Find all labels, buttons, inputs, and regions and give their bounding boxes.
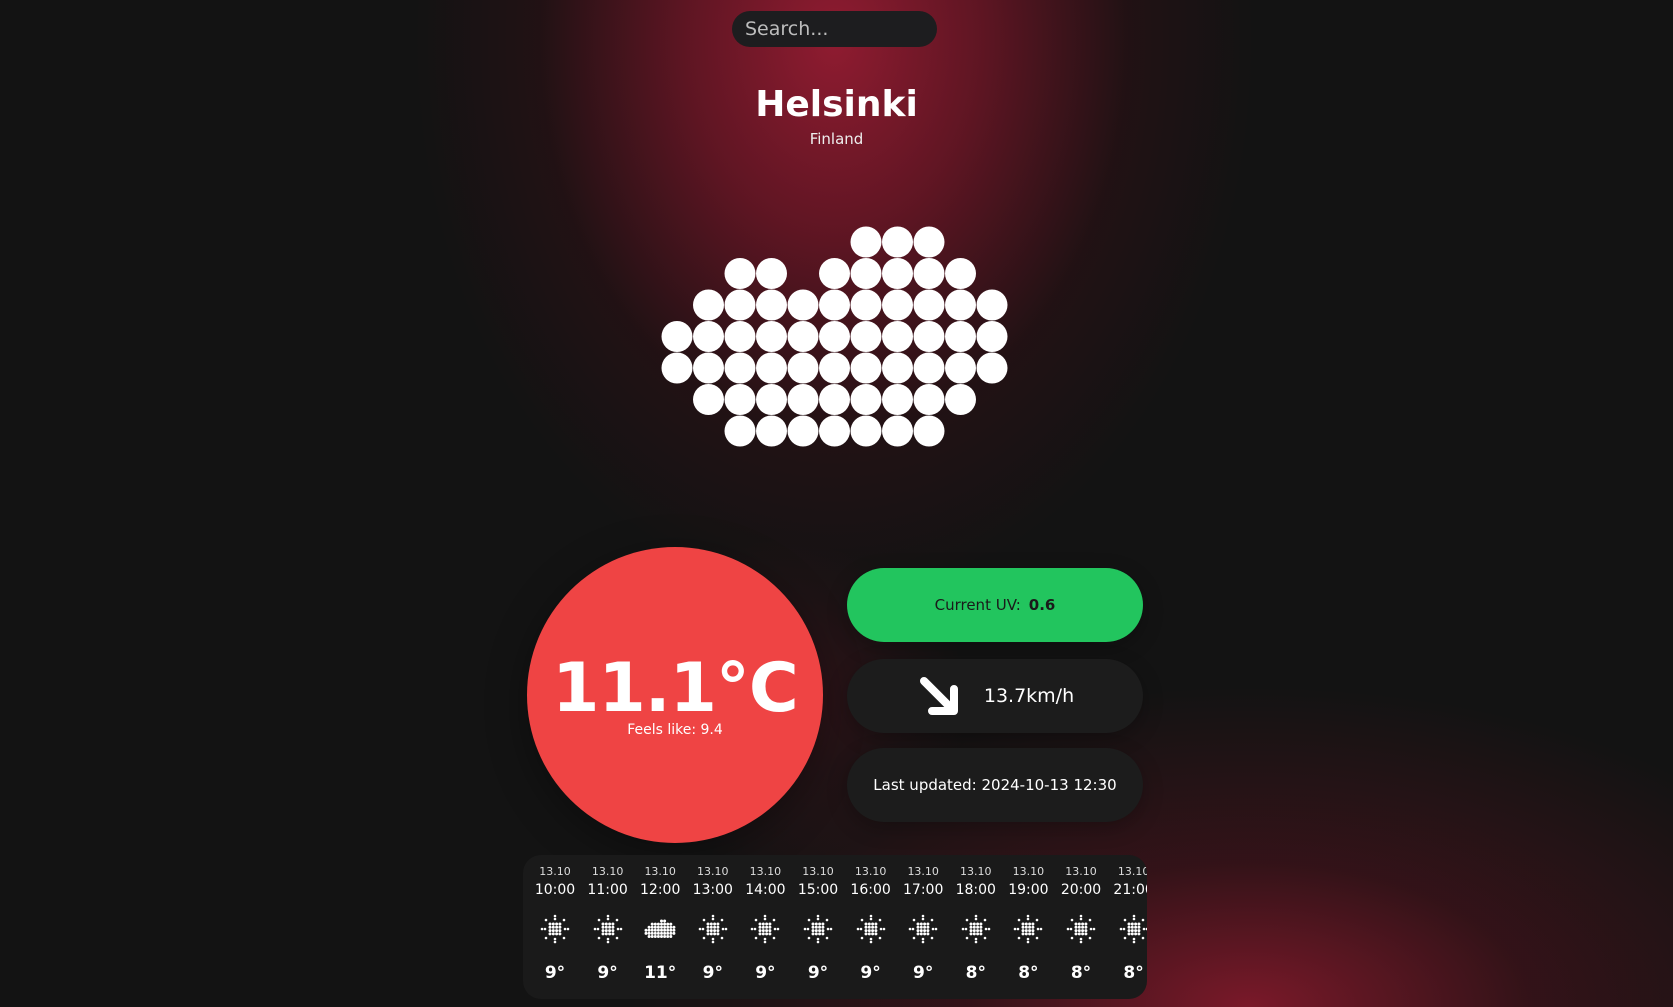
sunny-icon bbox=[961, 914, 991, 944]
forecast-temp: 8° bbox=[1018, 963, 1039, 983]
current-temperature: 11.1°C bbox=[552, 649, 799, 728]
sunny-icon bbox=[908, 914, 938, 944]
forecast-time: 13:00 bbox=[692, 882, 733, 898]
forecast-date: 13.10 bbox=[749, 865, 782, 878]
forecast-temp: 11° bbox=[644, 963, 677, 983]
sunny-icon bbox=[1066, 914, 1096, 944]
last-updated: Last updated: 2024-10-13 12:30 bbox=[873, 776, 1117, 794]
forecast-temp: 9° bbox=[807, 963, 829, 983]
uv-label: Current UV: bbox=[934, 596, 1021, 614]
cloudy-icon bbox=[661, 226, 1008, 447]
forecast-temp: 9° bbox=[913, 963, 934, 983]
forecast-date: 13.10 bbox=[854, 865, 887, 878]
forecast-temp: 9° bbox=[597, 963, 618, 983]
uv-card: Current UV: 0.6 bbox=[847, 568, 1143, 642]
forecast-date: 13.10 bbox=[1065, 865, 1097, 878]
forecast-temp: 9° bbox=[860, 963, 881, 983]
forecast-date: 13.10 bbox=[802, 865, 834, 878]
temperature-circle: 11.1°C Feels like: 9.4 bbox=[527, 547, 823, 843]
forecast-date: 13.10 bbox=[591, 865, 624, 878]
forecast-date: 13.10 bbox=[1012, 865, 1045, 878]
sunny-icon bbox=[856, 914, 885, 944]
sunny-icon bbox=[1119, 914, 1147, 944]
arrow-down-right-icon bbox=[919, 677, 958, 715]
sunny-icon bbox=[803, 914, 833, 944]
forecast-time: 17:00 bbox=[903, 882, 944, 898]
forecast-time: 16:00 bbox=[850, 882, 891, 898]
forecast-time: 18:00 bbox=[955, 882, 996, 898]
forecast-date: 13.10 bbox=[1117, 865, 1147, 878]
forecast-temp: 8° bbox=[965, 963, 986, 983]
forecast-date: 13.10 bbox=[644, 865, 676, 878]
feels-like: Feels like: 9.4 bbox=[627, 722, 723, 738]
forecast-temp: 9° bbox=[702, 963, 723, 983]
forecast-temp: 9° bbox=[755, 963, 776, 983]
forecast-time: 15:00 bbox=[797, 882, 839, 898]
wind-card: 13.7km/h bbox=[847, 659, 1143, 733]
country-name: Finland bbox=[809, 130, 864, 148]
sunny-icon bbox=[1014, 914, 1043, 944]
wind-speed: 13.7km/h bbox=[983, 685, 1075, 707]
city-name: Helsinki bbox=[755, 84, 918, 125]
forecast-temp: 8° bbox=[1070, 963, 1092, 983]
forecast-temp: 9° bbox=[544, 963, 566, 983]
forecast-temp: 8° bbox=[1123, 963, 1144, 983]
forecast-time: 10:00 bbox=[534, 882, 576, 898]
forecast-time: 21:00 bbox=[1113, 882, 1147, 898]
forecast-time: 19:00 bbox=[1008, 882, 1049, 898]
cloudy-icon bbox=[644, 919, 676, 938]
sunny-icon bbox=[593, 914, 622, 944]
search-input[interactable] bbox=[732, 11, 937, 47]
uv-value: 0.6 bbox=[1028, 596, 1056, 614]
last-updated-card: Last updated: 2024-10-13 12:30 bbox=[847, 748, 1143, 822]
forecast-time: 12:00 bbox=[640, 882, 681, 898]
forecast-date: 13.10 bbox=[960, 865, 992, 878]
forecast-time: 11:00 bbox=[587, 882, 628, 898]
forecast-time: 14:00 bbox=[745, 882, 786, 898]
sunny-icon bbox=[540, 914, 570, 944]
sunny-icon bbox=[751, 914, 780, 944]
sunny-icon bbox=[698, 914, 728, 944]
forecast-date: 13.10 bbox=[697, 865, 729, 878]
hourly-forecast-strip[interactable]: 13.10 10:00 9° 13.10 11:00 9° 13.10 12:00 11° 13.… bbox=[523, 855, 1147, 999]
forecast-time: 20:00 bbox=[1060, 882, 1102, 898]
forecast-date: 13.10 bbox=[907, 865, 939, 878]
forecast-date: 13.10 bbox=[539, 865, 571, 878]
